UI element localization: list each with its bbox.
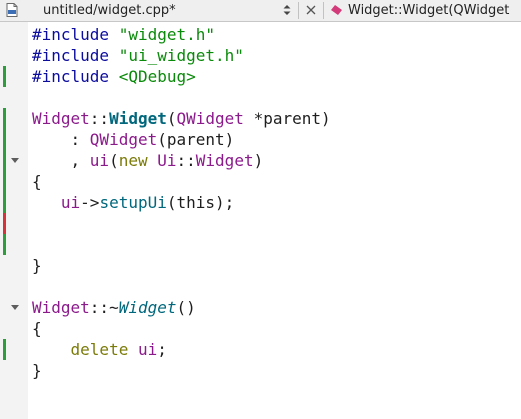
code-token: ::~ <box>89 298 119 317</box>
code-line[interactable]: #include <QDebug> <box>32 66 521 87</box>
code-token: } <box>32 361 42 380</box>
document-title[interactable]: untitled/widget.cpp* <box>43 2 176 19</box>
code-token: QWidget <box>176 109 244 128</box>
code-line[interactable]: , ui(new Ui::Widget) <box>32 150 521 171</box>
code-token: *parent) <box>243 109 331 128</box>
code-line[interactable]: delete ui; <box>32 339 521 360</box>
code-token: QWidget <box>89 130 158 149</box>
code-line[interactable] <box>32 234 521 255</box>
code-token: ( <box>166 109 177 128</box>
code-line[interactable]: Widget::Widget(QWidget *parent) <box>32 108 521 129</box>
line-gutter <box>0 22 28 419</box>
code-token: Widget <box>109 109 167 128</box>
code-line[interactable]: } <box>32 255 521 276</box>
code-token: #include <box>32 67 119 86</box>
symbol-selector[interactable]: Widget::Widget(QWidget <box>348 2 509 19</box>
code-line[interactable]: } <box>32 360 521 381</box>
code-token: Ui <box>157 151 177 170</box>
cpp-file-icon <box>6 3 18 17</box>
code-token: (parent) <box>157 130 235 149</box>
code-area[interactable]: #include "widget.h" #include "ui_widget.h… <box>32 24 521 381</box>
code-token: } <box>32 256 42 275</box>
code-token: Widget <box>118 298 177 317</box>
close-icon[interactable] <box>305 4 317 16</box>
code-token: ) <box>253 151 264 170</box>
code-line[interactable]: #include "widget.h" <box>32 24 521 45</box>
unsaved-change-marker <box>3 213 6 234</box>
code-token: :: <box>89 109 110 128</box>
toolbar-divider <box>298 2 299 19</box>
code-token: (this); <box>166 193 235 212</box>
code-token: : <box>32 130 90 149</box>
fold-arrow-icon[interactable] <box>11 158 19 163</box>
code-token: { <box>32 319 42 338</box>
code-token: { <box>32 172 42 191</box>
saved-change-marker <box>3 192 6 213</box>
code-token: Widget <box>32 298 90 317</box>
code-line[interactable] <box>32 213 521 234</box>
code-line[interactable] <box>32 87 521 108</box>
editor-toolbar: untitled/widget.cpp* Widget::Widget(QWid… <box>0 0 521 22</box>
code-token: -> <box>80 193 100 212</box>
code-token: Widget <box>32 109 90 128</box>
code-token: #include <box>32 46 119 65</box>
code-token: setupUi <box>99 193 167 212</box>
fold-arrow-icon[interactable] <box>11 305 19 310</box>
code-token: "ui_widget.h" <box>118 46 244 65</box>
saved-change-marker <box>3 150 6 171</box>
code-token: Widget <box>195 151 254 170</box>
saved-change-marker <box>3 234 6 255</box>
code-token: :: <box>176 151 196 170</box>
code-line[interactable]: #include "ui_widget.h" <box>32 45 521 66</box>
saved-change-marker <box>3 108 6 129</box>
code-editor: untitled/widget.cpp* Widget::Widget(QWid… <box>0 0 521 419</box>
code-token: ui <box>60 193 81 212</box>
function-symbol-icon <box>330 4 343 16</box>
code-token: #include <box>32 25 119 44</box>
saved-change-marker <box>3 339 6 360</box>
code-line[interactable] <box>32 276 521 297</box>
code-line[interactable]: ui->setupUi(this); <box>32 192 521 213</box>
code-line[interactable]: { <box>32 318 521 339</box>
code-token: new <box>118 151 148 170</box>
code-token: ui <box>137 340 158 359</box>
code-token: delete <box>70 340 129 359</box>
code-token: , <box>32 151 90 170</box>
code-line[interactable]: Widget::~Widget() <box>32 297 521 318</box>
code-token: "widget.h" <box>118 25 216 44</box>
saved-change-marker <box>3 66 6 87</box>
saved-change-marker <box>3 129 6 150</box>
saved-change-marker <box>3 171 6 192</box>
code-token: <QDebug> <box>118 67 196 86</box>
code-token: ; <box>157 340 167 359</box>
code-line[interactable]: : QWidget(parent) <box>32 129 521 150</box>
code-token: () <box>176 298 196 317</box>
code-line[interactable]: { <box>32 171 521 192</box>
code-token: ui <box>89 151 110 170</box>
code-token: ( <box>109 151 119 170</box>
chevron-updown-icon[interactable] <box>282 3 292 17</box>
toolbar-divider <box>323 2 324 19</box>
